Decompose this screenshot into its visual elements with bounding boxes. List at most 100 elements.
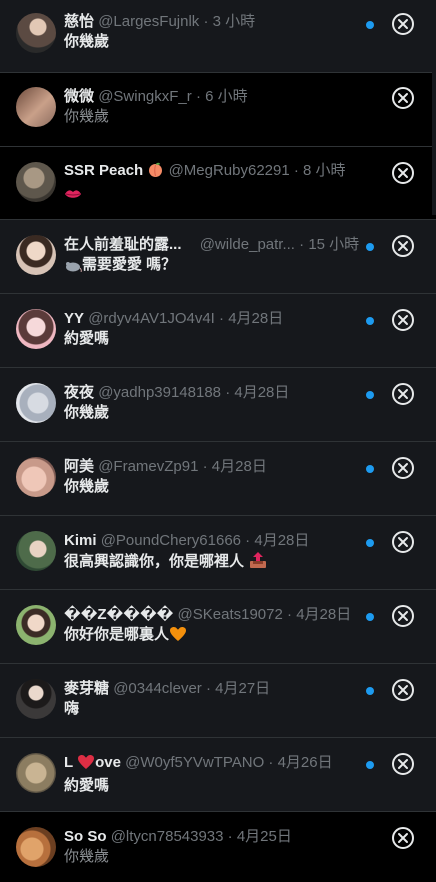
- timestamp: 4月28日: [211, 458, 267, 475]
- avatar[interactable]: [16, 87, 56, 127]
- sender-handle: @FramevZp91: [98, 458, 199, 475]
- list-item[interactable]: SSR Peach @MegRuby62291 · 8 小時: [0, 147, 436, 220]
- message-preview: 嗨: [64, 700, 80, 717]
- avatar[interactable]: [16, 162, 56, 202]
- avatar[interactable]: [16, 235, 56, 275]
- scrollbar[interactable]: [432, 0, 436, 215]
- sender-name[interactable]: 慈怡: [64, 13, 94, 30]
- timestamp: 4月25日: [236, 828, 292, 845]
- timestamp: 4月26日: [277, 754, 333, 771]
- unread-dot: [366, 687, 374, 695]
- message-preview: 你幾歲: [64, 33, 110, 50]
- sender-handle: @SKeats19072: [177, 606, 283, 623]
- avatar[interactable]: [16, 309, 56, 349]
- timestamp: 4月27日: [215, 680, 271, 697]
- list-item[interactable]: Kimi @PoundChery61666 · 4月28日 很高興認識你，你是哪…: [0, 516, 436, 590]
- separator: ·: [264, 754, 278, 771]
- sender-name[interactable]: 在人前羞耻的露...: [64, 236, 182, 253]
- close-icon[interactable]: [392, 531, 414, 553]
- peach-emoji-icon: [147, 161, 164, 183]
- timestamp: 4月28日: [228, 310, 284, 327]
- message-preview: 約愛嗎: [64, 777, 110, 794]
- close-icon[interactable]: [392, 753, 414, 775]
- sender-handle: @SwingkxF_r: [98, 88, 192, 105]
- unread-dot: [366, 761, 374, 769]
- close-icon[interactable]: [392, 309, 414, 331]
- separator: ·: [294, 236, 309, 253]
- sender-name[interactable]: 微微: [64, 88, 94, 105]
- unread-dot: [366, 539, 374, 547]
- list-item[interactable]: 慈怡 @LargesFujnlk · 3 小時 你幾歲: [0, 0, 436, 73]
- separator: ·: [223, 828, 237, 845]
- close-icon[interactable]: [392, 162, 414, 184]
- separator: ·: [221, 384, 235, 401]
- sender-name[interactable]: So So: [64, 828, 107, 845]
- list-item[interactable]: 微微 @SwingkxF_r · 6 小時 你幾歲: [0, 73, 436, 147]
- avatar[interactable]: [16, 605, 56, 645]
- message-preview: 你幾歲: [64, 108, 110, 125]
- sender-handle: @MegRuby62291: [168, 162, 290, 179]
- unread-dot: [366, 613, 374, 621]
- separator: ·: [214, 310, 229, 327]
- close-icon[interactable]: [392, 679, 414, 701]
- avatar[interactable]: [16, 531, 56, 571]
- close-icon[interactable]: [392, 87, 414, 109]
- list-item[interactable]: So So @ltycn78543933 · 4月25日 你幾歲: [0, 812, 436, 882]
- separator: ·: [198, 458, 212, 475]
- list-item[interactable]: 在人前羞耻的露... @wilde_patr... · 15 小時 需要愛愛 嗎…: [0, 220, 436, 294]
- message-preview: 你好你是哪裏人: [64, 625, 356, 648]
- message-preview: 約愛嗎: [64, 330, 110, 347]
- close-icon[interactable]: [392, 605, 414, 627]
- rat-emoji-icon: [64, 258, 82, 278]
- sender-handle: @yadhp39148188: [98, 384, 222, 401]
- list-item[interactable]: ��Z���� @SKeats19072 · 4月28日 你好你是哪裏人: [0, 590, 436, 664]
- sender-name[interactable]: 阿美: [64, 458, 94, 475]
- timestamp: 4月28日: [296, 606, 352, 623]
- close-icon[interactable]: [392, 13, 414, 35]
- kiss-lips-icon: [64, 187, 82, 207]
- unread-dot: [366, 243, 374, 251]
- unread-dot: [366, 465, 374, 473]
- close-icon[interactable]: [392, 383, 414, 405]
- timestamp: 15 小時: [308, 236, 360, 253]
- avatar[interactable]: [16, 457, 56, 497]
- notification-list: 慈怡 @LargesFujnlk · 3 小時 你幾歲 微微 @SwingkxF…: [0, 0, 436, 882]
- sender-name[interactable]: L ove: [64, 754, 121, 771]
- avatar[interactable]: [16, 753, 56, 793]
- separator: ·: [201, 680, 216, 697]
- message-preview: 你幾歲: [64, 848, 110, 865]
- message-preview: [64, 184, 356, 207]
- list-item[interactable]: 麥芽糖 @0344clever · 4月27日 嗨: [0, 664, 436, 738]
- avatar[interactable]: [16, 827, 56, 867]
- unread-dot: [366, 21, 374, 29]
- timestamp: 4月28日: [234, 384, 290, 401]
- close-icon[interactable]: [392, 457, 414, 479]
- sender-handle: @wilde_patr...: [199, 236, 295, 253]
- avatar[interactable]: [16, 383, 56, 423]
- avatar[interactable]: [16, 679, 56, 719]
- sender-handle: @LargesFujnlk: [98, 13, 200, 30]
- timestamp: 3 小時: [212, 13, 256, 30]
- sender-name[interactable]: ��Z����: [64, 606, 173, 623]
- sender-handle: @rdyv4AV1JO4v4I: [88, 310, 215, 327]
- sender-name[interactable]: SSR Peach: [64, 162, 143, 179]
- sender-name[interactable]: YY: [64, 310, 84, 327]
- list-item[interactable]: L ove @W0yf5YVwTPANO · 4月26日 約愛嗎: [0, 738, 436, 812]
- list-item[interactable]: 阿美 @FramevZp91 · 4月28日 你幾歲: [0, 442, 436, 516]
- sender-name[interactable]: Kimi: [64, 532, 97, 549]
- list-item[interactable]: 夜夜 @yadhp39148188 · 4月28日 你幾歲: [0, 368, 436, 442]
- close-icon[interactable]: [392, 235, 414, 257]
- list-item[interactable]: YY @rdyv4AV1JO4v4I · 4月28日 約愛嗎: [0, 294, 436, 368]
- sender-name[interactable]: 麥芽糖: [64, 680, 109, 697]
- sender-handle: @PoundChery61666: [100, 532, 242, 549]
- separator: ·: [282, 606, 297, 623]
- separator: ·: [241, 532, 255, 549]
- message-preview: 你幾歲: [64, 478, 110, 495]
- sender-handle: @0344clever: [113, 680, 202, 697]
- sender-name[interactable]: 夜夜: [64, 384, 94, 401]
- sender-handle: @ltycn78543933: [110, 828, 224, 845]
- close-icon[interactable]: [392, 827, 414, 849]
- avatar[interactable]: [16, 13, 56, 53]
- separator: ·: [289, 162, 304, 179]
- outbox-tray-icon: [248, 551, 268, 575]
